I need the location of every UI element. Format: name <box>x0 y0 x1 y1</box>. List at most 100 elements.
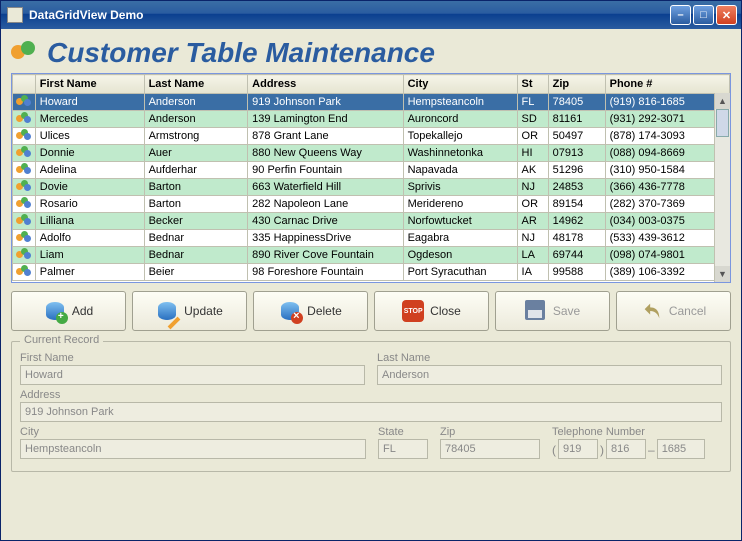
table-row[interactable]: LiamBednar890 River Cove FountainOgdeson… <box>13 247 730 264</box>
first-name-field[interactable] <box>20 365 365 385</box>
table-row[interactable]: LillianaBecker430 Carnac DriveNorfowtuck… <box>13 213 730 230</box>
cell-st[interactable]: AK <box>517 162 548 179</box>
cell-st[interactable]: SD <box>517 111 548 128</box>
cell-zip[interactable]: 89154 <box>548 196 605 213</box>
cell-phone[interactable]: (533) 439-3612 <box>605 230 729 247</box>
cell-phone[interactable]: (098) 074-9801 <box>605 247 729 264</box>
state-field[interactable] <box>378 439 428 459</box>
row-header[interactable] <box>13 111 36 128</box>
address-field[interactable] <box>20 402 722 422</box>
cell-st[interactable]: LA <box>517 247 548 264</box>
cell-st[interactable]: NJ <box>517 179 548 196</box>
row-header[interactable] <box>13 264 36 281</box>
cell-phone[interactable]: (878) 174-3093 <box>605 128 729 145</box>
row-header[interactable] <box>13 213 36 230</box>
table-row[interactable]: DovieBarton663 Waterfield HillSprivisNJ2… <box>13 179 730 196</box>
cell-phone[interactable]: (919) 816-1685 <box>605 94 729 111</box>
cell-city[interactable]: Eagabra <box>403 230 517 247</box>
table-row[interactable]: AdelinaAufderhar90 Perfin FountainNapava… <box>13 162 730 179</box>
row-header[interactable] <box>13 179 36 196</box>
cell-zip[interactable]: 48178 <box>548 230 605 247</box>
cell-first[interactable]: Dovie <box>35 179 144 196</box>
close-button[interactable]: STOP Close <box>374 291 489 331</box>
cell-address[interactable]: 282 Napoleon Lane <box>248 196 403 213</box>
table-row[interactable]: RosarioBarton282 Napoleon LaneMeridereno… <box>13 196 730 213</box>
cell-phone[interactable]: (034) 003-0375 <box>605 213 729 230</box>
cell-first[interactable]: Liam <box>35 247 144 264</box>
table-row[interactable]: AdolfoBednar335 HappinessDriveEagabraNJ4… <box>13 230 730 247</box>
cell-last[interactable]: Aufderhar <box>144 162 248 179</box>
phone-area-field[interactable] <box>558 439 598 459</box>
vertical-scrollbar[interactable]: ▲ ▼ <box>714 93 730 282</box>
cell-city[interactable]: Napavada <box>403 162 517 179</box>
cell-city[interactable]: Sprivis <box>403 179 517 196</box>
cell-zip[interactable]: 99588 <box>548 264 605 281</box>
cell-first[interactable]: Palmer <box>35 264 144 281</box>
cell-last[interactable]: Anderson <box>144 94 248 111</box>
phone-exch-field[interactable] <box>606 439 646 459</box>
row-header[interactable] <box>13 230 36 247</box>
row-header[interactable] <box>13 196 36 213</box>
window-close-button[interactable]: ✕ <box>716 5 737 25</box>
cell-zip[interactable]: 69744 <box>548 247 605 264</box>
cell-city[interactable]: Washinnetonka <box>403 145 517 162</box>
cell-first[interactable]: Mercedes <box>35 111 144 128</box>
cell-zip[interactable]: 81161 <box>548 111 605 128</box>
cell-address[interactable]: 878 Grant Lane <box>248 128 403 145</box>
cell-last[interactable]: Armstrong <box>144 128 248 145</box>
cell-city[interactable]: Auroncord <box>403 111 517 128</box>
cell-address[interactable]: 919 Johnson Park <box>248 94 403 111</box>
cell-address[interactable]: 890 River Cove Fountain <box>248 247 403 264</box>
col-zip[interactable]: Zip <box>548 75 605 94</box>
row-header-corner[interactable] <box>13 75 36 94</box>
zip-field[interactable] <box>440 439 540 459</box>
cell-last[interactable]: Auer <box>144 145 248 162</box>
cell-city[interactable]: Hempsteancoln <box>403 94 517 111</box>
minimize-button[interactable]: – <box>670 5 691 25</box>
cell-city[interactable]: Port Syracuthan <box>403 264 517 281</box>
table-row[interactable]: PalmerBeier98 Foreshore FountainPort Syr… <box>13 264 730 281</box>
cell-city[interactable]: Ogdeson <box>403 247 517 264</box>
cell-last[interactable]: Barton <box>144 196 248 213</box>
col-last-name[interactable]: Last Name <box>144 75 248 94</box>
cell-first[interactable]: Howard <box>35 94 144 111</box>
cell-address[interactable]: 90 Perfin Fountain <box>248 162 403 179</box>
cell-first[interactable]: Lilliana <box>35 213 144 230</box>
cell-first[interactable]: Adelina <box>35 162 144 179</box>
cell-address[interactable]: 139 Lamington End <box>248 111 403 128</box>
cell-zip[interactable]: 51296 <box>548 162 605 179</box>
cell-st[interactable]: FL <box>517 94 548 111</box>
cell-phone[interactable]: (366) 436-7778 <box>605 179 729 196</box>
header-row[interactable]: First Name Last Name Address City St Zip… <box>13 75 730 94</box>
last-name-field[interactable] <box>377 365 722 385</box>
cell-first[interactable]: Donnie <box>35 145 144 162</box>
cell-zip[interactable]: 14962 <box>548 213 605 230</box>
titlebar[interactable]: DataGridView Demo – □ ✕ <box>1 1 741 29</box>
cell-address[interactable]: 880 New Queens Way <box>248 145 403 162</box>
cell-address[interactable]: 430 Carnac Drive <box>248 213 403 230</box>
cell-st[interactable]: AR <box>517 213 548 230</box>
cell-zip[interactable]: 07913 <box>548 145 605 162</box>
cell-address[interactable]: 335 HappinessDrive <box>248 230 403 247</box>
delete-button[interactable]: Delete <box>253 291 368 331</box>
row-header[interactable] <box>13 128 36 145</box>
cell-city[interactable]: Topekallejo <box>403 128 517 145</box>
cell-first[interactable]: Adolfo <box>35 230 144 247</box>
cell-first[interactable]: Rosario <box>35 196 144 213</box>
scroll-down-arrow[interactable]: ▼ <box>715 266 730 282</box>
cell-address[interactable]: 98 Foreshore Fountain <box>248 264 403 281</box>
add-button[interactable]: Add <box>11 291 126 331</box>
row-header[interactable] <box>13 247 36 264</box>
cell-st[interactable]: NJ <box>517 230 548 247</box>
cell-phone[interactable]: (282) 370-7369 <box>605 196 729 213</box>
cell-first[interactable]: Ulices <box>35 128 144 145</box>
cell-zip[interactable]: 50497 <box>548 128 605 145</box>
cell-phone[interactable]: (088) 094-8669 <box>605 145 729 162</box>
cell-st[interactable]: OR <box>517 128 548 145</box>
cell-city[interactable]: Meridereno <box>403 196 517 213</box>
cell-st[interactable]: HI <box>517 145 548 162</box>
row-header[interactable] <box>13 145 36 162</box>
phone-num-field[interactable] <box>657 439 705 459</box>
cell-zip[interactable]: 24853 <box>548 179 605 196</box>
cell-phone[interactable]: (389) 106-3392 <box>605 264 729 281</box>
